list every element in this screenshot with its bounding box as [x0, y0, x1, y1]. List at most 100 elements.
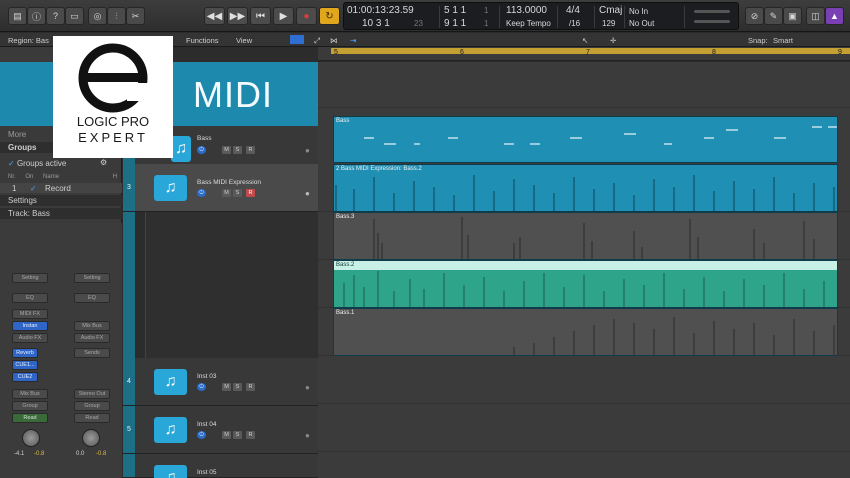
strip-left-setting[interactable]: Setting: [12, 273, 48, 283]
go-to-start-button[interactable]: ⏮: [250, 7, 271, 25]
snap-dropdown[interactable]: Smart: [773, 36, 793, 45]
track-record-button[interactable]: R: [246, 431, 255, 439]
lcd-display[interactable]: 01:00:13:23.59 5 1 1 1 10 3 1 23 9 1 1 1…: [343, 2, 739, 30]
tool-marquee-icon[interactable]: ✛: [610, 36, 616, 45]
track-solo-button[interactable]: S: [233, 383, 242, 391]
track-solo-button[interactable]: S: [233, 146, 242, 154]
waveform-zoom-icon[interactable]: ⋈: [330, 36, 338, 45]
library-icon[interactable]: ▤: [8, 7, 27, 25]
metronome-icon[interactable]: ▲: [825, 7, 844, 25]
play-button[interactable]: ▶: [273, 7, 294, 25]
loop-browser-icon[interactable]: ▣: [783, 7, 802, 25]
view-menu[interactable]: View: [236, 36, 252, 45]
tracks-area[interactable]: Bass 2 Bass MIDI Expression: Bass.2 Bass…: [318, 62, 850, 478]
groups-active-checkbox[interactable]: ✓ Groups active: [8, 159, 66, 168]
track-power-button[interactable]: ⏻: [197, 146, 206, 154]
cycle-button[interactable]: ↻: [319, 7, 340, 25]
record-button[interactable]: ●: [296, 7, 317, 25]
group-on-checkbox[interactable]: ✓: [30, 184, 37, 193]
inspector-icon[interactable]: ⓘ: [27, 7, 46, 25]
lcd-bars-bottom-sub: 23: [414, 19, 423, 28]
region-bass[interactable]: Bass: [333, 116, 838, 163]
smart-controls-icon[interactable]: ◎: [88, 7, 107, 25]
grid-view-icon[interactable]: [290, 35, 304, 44]
track-power-button[interactable]: ⏻: [197, 431, 206, 439]
track-mute-button[interactable]: M: [222, 189, 231, 197]
track-number: [123, 454, 135, 477]
track-solo-button[interactable]: S: [233, 189, 242, 197]
rewind-button[interactable]: ◀◀: [204, 7, 225, 25]
track-header[interactable]: Track: Bass: [8, 209, 50, 218]
strip-left-send3[interactable]: CUE2: [12, 372, 38, 382]
lcd-input: No In: [629, 7, 649, 16]
group-row[interactable]: 1 ✓ Record: [0, 183, 122, 193]
pointer-tool-icon[interactable]: ⤢: [314, 36, 320, 46]
fast-forward-button[interactable]: ▶▶: [227, 7, 248, 25]
strip-right-input[interactable]: Mix Bus: [74, 321, 110, 331]
strip-left-audio-fx[interactable]: Audio FX: [12, 333, 48, 343]
quick-help-icon[interactable]: ?: [46, 7, 65, 25]
track-header-inst-05[interactable]: ♫ Inst 05: [123, 454, 318, 478]
strip-right-group[interactable]: Group: [74, 401, 110, 411]
strip-left-output[interactable]: Mix Bus: [12, 389, 48, 399]
strip-right-setting[interactable]: Setting: [74, 273, 110, 283]
track-power-button[interactable]: ⏻: [197, 189, 206, 197]
strip-left-eq[interactable]: EQ: [12, 293, 48, 303]
track-record-button[interactable]: R: [246, 146, 255, 154]
track-header-bass-midi-expression[interactable]: 3 ♫ Bass MIDI Expression ⏻ M S R ●: [123, 164, 318, 212]
inspector-more[interactable]: More: [8, 130, 26, 139]
group-row-nr: 1: [12, 184, 17, 193]
groups-header[interactable]: Groups: [8, 143, 36, 152]
region-bass-1[interactable]: Bass.1: [333, 308, 838, 356]
strip-left-pan-knob[interactable]: [22, 429, 40, 447]
track-record-button[interactable]: R: [246, 189, 255, 197]
gear-icon[interactable]: ⚙: [100, 158, 107, 167]
track-mute-button[interactable]: M: [222, 383, 231, 391]
bar-ruler[interactable]: 5 6 7 8 9: [318, 47, 850, 61]
lcd-bars-bottom: 10 3 1: [362, 18, 390, 29]
strip-left-group[interactable]: Group: [12, 401, 48, 411]
editors-icon[interactable]: ✂: [126, 7, 145, 25]
strip-right-audio-fx[interactable]: Audio FX: [74, 333, 110, 343]
catch-icon[interactable]: ⇥: [350, 36, 356, 45]
track-power-button[interactable]: ⏻: [197, 383, 206, 391]
list-editors-icon[interactable]: ⊘: [745, 7, 764, 25]
strip-left-send1[interactable]: Reverb: [12, 348, 38, 358]
lcd-output: No Out: [629, 19, 655, 28]
ruler-bar-8: 8: [712, 49, 716, 56]
track-name[interactable]: Inst 05: [197, 469, 217, 476]
lane-inst04: [318, 404, 850, 452]
strip-right-output[interactable]: Stereo Out: [74, 389, 110, 399]
track-name[interactable]: Inst 03: [197, 373, 217, 380]
track-header-inst-03[interactable]: 4 ♫ Inst 03 ⏻ M S R ●: [123, 358, 318, 406]
strip-right-automation[interactable]: Read: [74, 413, 110, 423]
track-name[interactable]: Bass: [197, 135, 211, 142]
strip-left-send2[interactable]: CUE1...: [12, 360, 38, 370]
track-mute-button[interactable]: M: [222, 146, 231, 154]
browser-icon[interactable]: ◫: [806, 7, 825, 25]
track-solo-button[interactable]: S: [233, 431, 242, 439]
tool-pointer-icon[interactable]: ↖: [582, 36, 588, 45]
region-label[interactable]: Region: Bas: [8, 36, 49, 45]
strip-right-pan-knob[interactable]: [82, 429, 100, 447]
region-bass-2[interactable]: Bass.2: [333, 260, 838, 308]
functions-menu[interactable]: Functions: [186, 36, 219, 45]
region-bass-3[interactable]: Bass.3: [333, 212, 838, 260]
strip-left-instrument[interactable]: Instan: [12, 321, 48, 331]
settings-header[interactable]: Settings: [8, 196, 37, 205]
strip-right-eq[interactable]: EQ: [74, 293, 110, 303]
track-name[interactable]: Inst 04: [197, 421, 217, 428]
track-name[interactable]: Bass MIDI Expression: [197, 179, 261, 186]
master-volume-slider[interactable]: [694, 10, 730, 13]
region-bass-midi-expression[interactable]: 2 Bass MIDI Expression: Bass.2: [333, 164, 838, 212]
toolbar-icon[interactable]: ▭: [65, 7, 84, 25]
mixer-icon[interactable]: ⫶: [107, 7, 126, 25]
strip-right-sends[interactable]: Sends: [74, 348, 110, 358]
strip-left-automation[interactable]: Read: [12, 413, 48, 423]
track-record-button[interactable]: R: [246, 383, 255, 391]
track-mute-button[interactable]: M: [222, 431, 231, 439]
track-header-inst-04[interactable]: 5 ♫ Inst 04 ⏻ M S R ●: [123, 406, 318, 454]
strip-left-midi-fx[interactable]: MIDI FX: [12, 309, 48, 319]
cycle-range[interactable]: [331, 48, 850, 54]
notepad-icon[interactable]: ✎: [764, 7, 783, 25]
